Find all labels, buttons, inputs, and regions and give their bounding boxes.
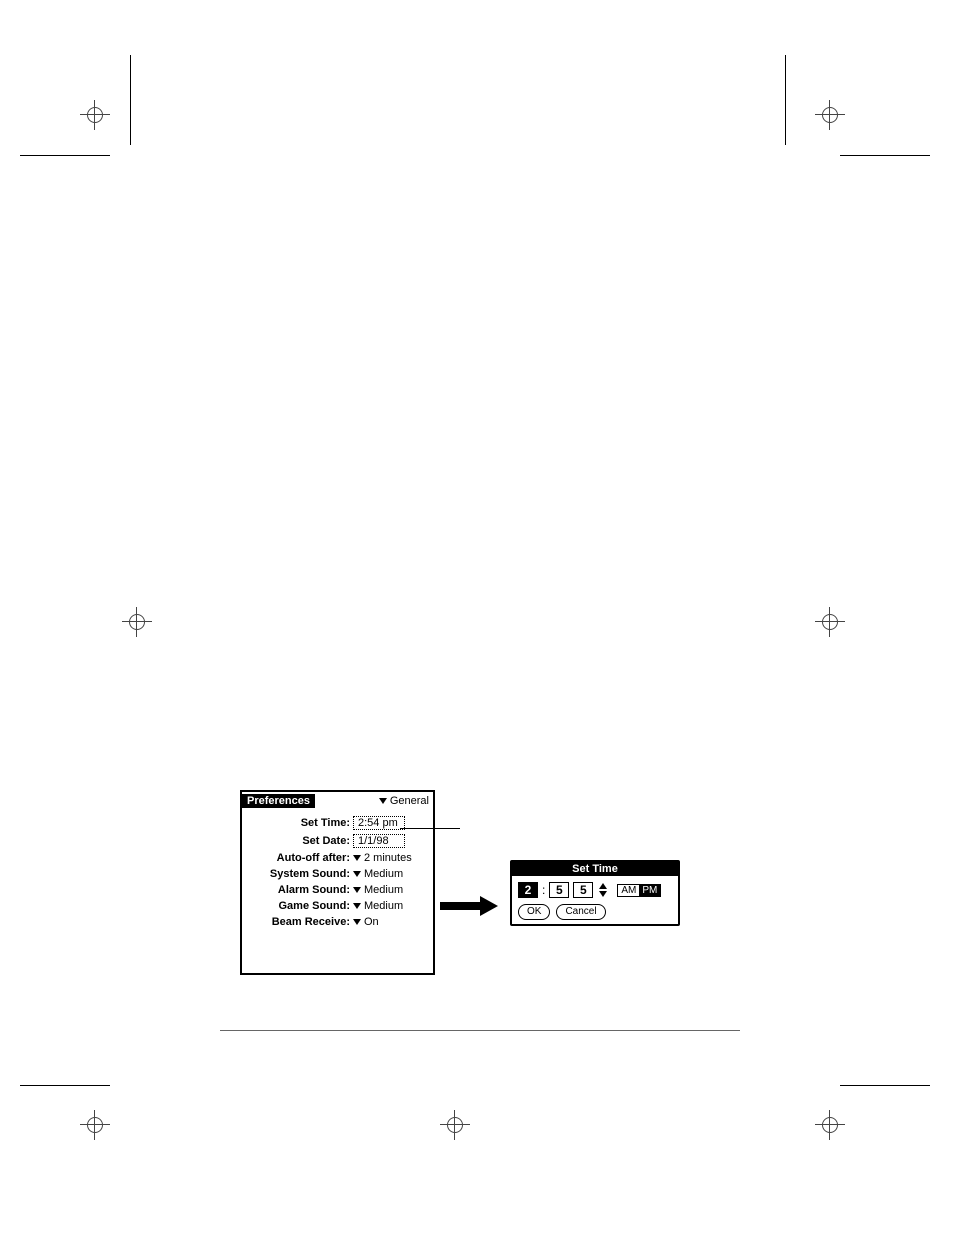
am-option[interactable]: AM (618, 885, 639, 896)
game-sound-label: Game Sound: (248, 900, 353, 912)
game-sound-dropdown[interactable]: Medium (353, 900, 403, 912)
guide-rule (785, 55, 786, 145)
set-date-value[interactable]: 1/1/98 (353, 834, 405, 848)
auto-off-label: Auto-off after: (248, 852, 353, 864)
auto-off-value: 2 minutes (364, 852, 412, 864)
alarm-sound-label: Alarm Sound: (248, 884, 353, 896)
set-time-dialog: Set Time 2 : 5 5 AM PM OK Cancel (510, 860, 680, 926)
set-time-value[interactable]: 2:54 pm (353, 816, 405, 830)
spinner-down-icon[interactable] (599, 891, 607, 897)
set-date-label: Set Date: (248, 835, 353, 847)
auto-off-dropdown[interactable]: 2 minutes (353, 852, 412, 864)
ok-button[interactable]: OK (518, 904, 550, 920)
chevron-down-icon (353, 871, 361, 877)
chevron-down-icon (353, 903, 361, 909)
guide-rule (840, 155, 930, 156)
preferences-title: Preferences (242, 794, 315, 808)
spinner-up-icon[interactable] (599, 883, 607, 889)
hour-field[interactable]: 2 (518, 882, 538, 898)
alarm-sound-dropdown[interactable]: Medium (353, 884, 403, 896)
alarm-sound-value: Medium (364, 884, 403, 896)
chevron-down-icon (379, 798, 387, 804)
minute-tens-field[interactable]: 5 (549, 882, 569, 898)
guide-rule (840, 1085, 930, 1086)
chevron-down-icon (353, 887, 361, 893)
category-label: General (390, 795, 429, 807)
guide-rule (20, 1085, 110, 1086)
system-sound-label: System Sound: (248, 868, 353, 880)
footer-separator (220, 1030, 740, 1031)
set-time-title: Set Time (512, 862, 678, 876)
arrow-right-icon (440, 898, 500, 916)
pm-option[interactable]: PM (639, 885, 660, 896)
cancel-button[interactable]: Cancel (556, 904, 605, 920)
beam-receive-value: On (364, 916, 379, 928)
beam-receive-label: Beam Receive: (248, 916, 353, 928)
game-sound-value: Medium (364, 900, 403, 912)
preferences-window: Preferences General Set Time: 2:54 pm Se… (240, 790, 435, 975)
system-sound-dropdown[interactable]: Medium (353, 868, 403, 880)
chevron-down-icon (353, 855, 361, 861)
minute-ones-field[interactable]: 5 (573, 882, 593, 898)
beam-receive-dropdown[interactable]: On (353, 916, 379, 928)
guide-rule (20, 155, 110, 156)
callout-line (400, 828, 460, 829)
system-sound-value: Medium (364, 868, 403, 880)
set-time-label: Set Time: (248, 817, 353, 829)
chevron-down-icon (353, 919, 361, 925)
category-dropdown[interactable]: General (379, 795, 433, 807)
time-colon: : (542, 883, 545, 897)
guide-rule (130, 55, 131, 145)
ampm-toggle[interactable]: AM PM (617, 884, 661, 897)
